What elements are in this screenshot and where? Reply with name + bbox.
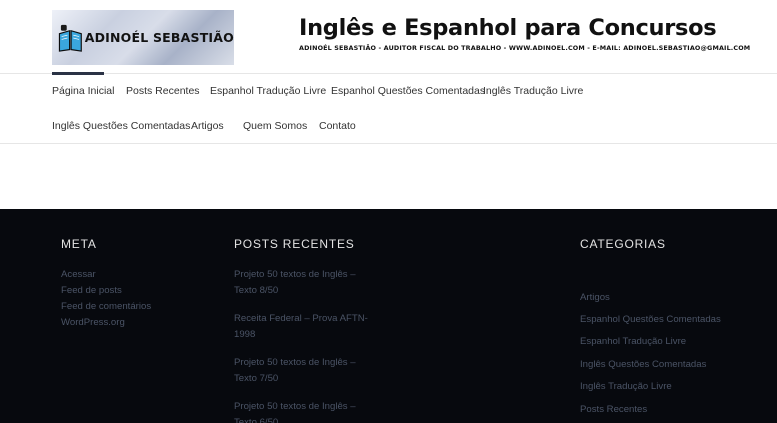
- recent-post-line[interactable]: Projeto 50 textos de Inglês –: [234, 399, 356, 415]
- site-footer: META Acessar Feed de posts Feed de comen…: [0, 209, 777, 423]
- recent-post-line[interactable]: Texto 6/50: [234, 415, 278, 423]
- category-link-espanhol-questoes[interactable]: Espanhol Questões Comentadas: [580, 312, 721, 328]
- nav-item-espanhol-questoes[interactable]: Espanhol Questões Comentadas: [331, 85, 485, 97]
- meta-link-comments-feed[interactable]: Feed de comentários: [61, 299, 151, 315]
- nav-item-posts-recentes[interactable]: Posts Recentes: [126, 85, 200, 97]
- meta-link-posts-feed[interactable]: Feed de posts: [61, 283, 122, 299]
- logo-text: ADINOÉL SEBASTIÃO: [84, 30, 234, 45]
- nav-item-contato[interactable]: Contato: [319, 120, 356, 132]
- nav-item-ingles-traducao[interactable]: Inglês Tradução Livre: [483, 85, 583, 97]
- meta-link-login[interactable]: Acessar: [61, 267, 96, 283]
- nav-item-quem-somos[interactable]: Quem Somos: [243, 120, 307, 132]
- nav-active-indicator: [52, 72, 104, 75]
- nav-item-home[interactable]: Página Inicial: [52, 85, 114, 97]
- site-banner[interactable]: Inglês e Espanhol para Concursos ADINOÉL…: [293, 12, 750, 62]
- category-link-artigos[interactable]: Artigos: [580, 290, 610, 306]
- nav-item-artigos[interactable]: Artigos: [191, 120, 224, 132]
- category-link-posts-recentes[interactable]: Posts Recentes: [580, 402, 647, 418]
- category-link-ingles-questoes[interactable]: Inglês Questões Comentadas: [580, 357, 706, 373]
- recent-post-line[interactable]: Texto 8/50: [234, 283, 278, 299]
- recent-post-line[interactable]: Texto 7/50: [234, 371, 278, 387]
- banner-subtitle: ADINOÉL SEBASTIÃO - AUDITOR FISCAL DO TR…: [299, 44, 751, 52]
- recent-post-line[interactable]: Projeto 50 textos de Inglês –: [234, 267, 356, 283]
- meta-widget-title: META: [61, 237, 97, 251]
- nav-item-espanhol-traducao[interactable]: Espanhol Tradução Livre: [210, 85, 326, 97]
- book-reader-icon: [58, 24, 82, 52]
- recent-post-line[interactable]: Projeto 50 textos de Inglês –: [234, 355, 356, 371]
- meta-link-wordpress[interactable]: WordPress.org: [61, 315, 125, 331]
- recent-post-line[interactable]: 1998: [234, 327, 255, 343]
- recent-posts-widget-title: POSTS RECENTES: [234, 237, 355, 251]
- recent-post-line[interactable]: Receita Federal – Prova AFTN-: [234, 311, 368, 327]
- site-logo[interactable]: ADINOÉL SEBASTIÃO: [52, 10, 234, 65]
- banner-title: Inglês e Espanhol para Concursos: [299, 15, 717, 41]
- nav-item-ingles-questoes[interactable]: Inglês Questões Comentadas: [52, 120, 190, 132]
- main-navigation: Página Inicial Posts Recentes Espanhol T…: [0, 72, 777, 144]
- category-link-ingles-traducao[interactable]: Inglês Tradução Livre: [580, 379, 672, 395]
- categories-widget-title: CATEGORIAS: [580, 237, 666, 251]
- site-header: ADINOÉL SEBASTIÃO Inglês e Espanhol para…: [0, 0, 777, 74]
- category-link-espanhol-traducao[interactable]: Espanhol Tradução Livre: [580, 334, 686, 350]
